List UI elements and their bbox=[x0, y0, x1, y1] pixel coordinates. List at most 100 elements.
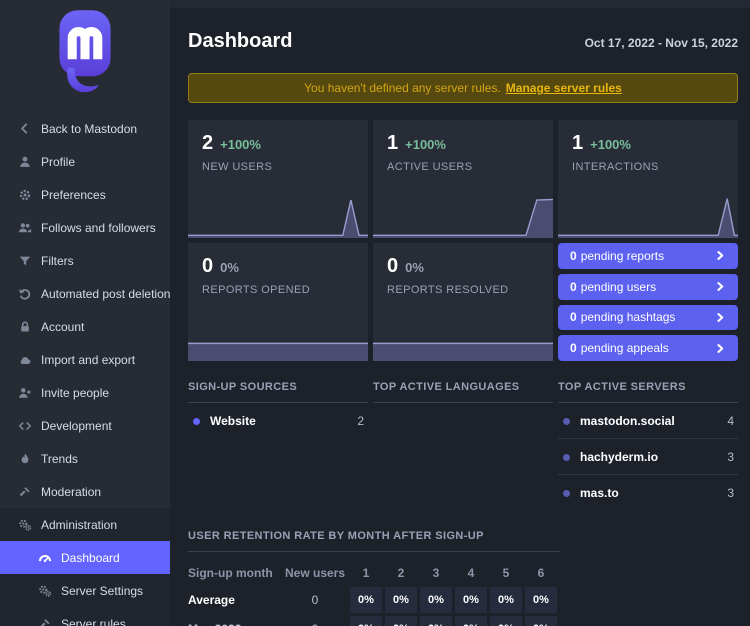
section-title: TOP ACTIVE SERVERS bbox=[558, 381, 738, 403]
item-label: hachyderm.io bbox=[580, 450, 659, 464]
sidebar-item-preferences[interactable]: Preferences bbox=[0, 178, 170, 211]
table-cell-rate: 0% bbox=[455, 587, 487, 613]
chevron-left-icon bbox=[17, 121, 32, 136]
stat-card-reports-opened: 0 0% REPORTS OPENED bbox=[188, 243, 368, 361]
gavel-icon bbox=[17, 484, 32, 499]
stat-delta: +100% bbox=[590, 137, 631, 152]
pending-appeals-button[interactable]: 0 pending appeals bbox=[558, 335, 738, 361]
stat-value: 2 bbox=[202, 132, 214, 154]
sidebar-item-server-rules[interactable]: Server rules bbox=[0, 607, 170, 626]
sidebar-item-label: Invite people bbox=[41, 385, 110, 400]
sidebar-item-label: Server rules bbox=[61, 616, 126, 626]
table-cell-rate: 0% bbox=[525, 616, 557, 626]
pending-count: 0 bbox=[570, 248, 577, 263]
sidebar-item-label: Filters bbox=[41, 253, 74, 268]
page-title: Dashboard bbox=[188, 30, 293, 52]
mastodon-logo[interactable] bbox=[0, 0, 170, 112]
top-active-languages-section: TOP ACTIVE LANGUAGES bbox=[373, 381, 553, 403]
manage-server-rules-link[interactable]: Manage server rules bbox=[506, 81, 622, 95]
stats-row-2: 0 0% REPORTS OPENED 0 0% REPORTS RESOLVE… bbox=[188, 243, 738, 361]
column-header: New users bbox=[284, 566, 346, 580]
sidebar-item-account[interactable]: Account bbox=[0, 310, 170, 343]
column-header: 2 bbox=[397, 566, 405, 580]
cloud-icon bbox=[17, 352, 32, 367]
gavel-icon bbox=[37, 616, 52, 626]
sidebar-item-dashboard[interactable]: Dashboard bbox=[0, 541, 170, 574]
pending-label: pending reports bbox=[580, 248, 665, 263]
stat-delta: +100% bbox=[220, 137, 261, 152]
table-cell-new-users: 0 bbox=[311, 593, 319, 607]
stat-value: 1 bbox=[387, 132, 399, 154]
sidebar-item-trends[interactable]: Trends bbox=[0, 442, 170, 475]
user-plus-icon bbox=[17, 385, 32, 400]
dashboard-icon bbox=[37, 550, 52, 565]
sidebar-item-moderation[interactable]: Moderation bbox=[0, 475, 170, 508]
stat-label: INTERACTIONS bbox=[572, 161, 659, 173]
sidebar-item-invite-people[interactable]: Invite people bbox=[0, 376, 170, 409]
pending-reports-button[interactable]: 0 pending reports bbox=[558, 243, 738, 269]
column-header: 1 bbox=[362, 566, 370, 580]
mastodon-admin-app: Back to Mastodon Profile Preferences Fol… bbox=[0, 0, 750, 626]
sparkline bbox=[188, 196, 368, 238]
pending-count: 0 bbox=[570, 279, 577, 294]
filter-icon bbox=[17, 253, 32, 268]
sidebar-item-import-and-export[interactable]: Import and export bbox=[0, 343, 170, 376]
stat-value: 0 bbox=[202, 255, 214, 277]
chevron-right-icon bbox=[717, 251, 724, 261]
retention-table: Sign-up month New users 1 2 3 4 5 6 Aver… bbox=[188, 552, 560, 626]
item-label: mas.to bbox=[580, 486, 619, 500]
pending-count: 0 bbox=[570, 341, 577, 356]
users-icon bbox=[17, 220, 32, 235]
sidebar-item-label: Back to Mastodon bbox=[41, 121, 138, 136]
bullet-dot-icon bbox=[563, 489, 570, 497]
table-cell-rate: 0% bbox=[420, 616, 452, 626]
sidebar-item-label: Follows and followers bbox=[41, 220, 156, 235]
item-count: 3 bbox=[727, 450, 734, 464]
page-header: Dashboard Oct 17, 2022 - Nov 15, 2022 bbox=[188, 30, 738, 53]
sidebar-item-label: Account bbox=[41, 319, 85, 334]
sidebar-item-label: Dashboard bbox=[61, 550, 120, 565]
item-count: 2 bbox=[357, 414, 364, 428]
sparkline bbox=[558, 196, 738, 238]
top-active-servers-section: TOP ACTIVE SERVERS mastodon.social 4 hac… bbox=[558, 381, 738, 510]
item-label: mastodon.social bbox=[580, 414, 675, 428]
lock-icon bbox=[17, 319, 32, 334]
section-title: TOP ACTIVE LANGUAGES bbox=[373, 381, 553, 403]
pending-label: pending appeals bbox=[580, 341, 669, 356]
item-count: 3 bbox=[727, 486, 734, 500]
history-icon bbox=[17, 286, 32, 301]
pending-users-button[interactable]: 0 pending users bbox=[558, 273, 738, 300]
sidebar-item-back-to-mastodon[interactable]: Back to Mastodon bbox=[0, 112, 170, 145]
column-header: 5 bbox=[502, 566, 510, 580]
sidebar-item-follows-and-followers[interactable]: Follows and followers bbox=[0, 211, 170, 244]
sparkline bbox=[373, 319, 553, 361]
table-cell-rate: 0% bbox=[490, 587, 522, 613]
column-header: 3 bbox=[432, 566, 440, 580]
sidebar-item-label: Import and export bbox=[41, 352, 136, 367]
stat-delta: 0% bbox=[220, 260, 239, 275]
sidebar-item-administration[interactable]: Administration bbox=[0, 508, 170, 541]
section-title: SIGN-UP SOURCES bbox=[188, 381, 368, 403]
gears-icon bbox=[17, 517, 32, 532]
sidebar-item-development[interactable]: Development bbox=[0, 409, 170, 442]
stat-label: NEW USERS bbox=[202, 161, 273, 173]
sidebar-admin-group: Administration Dashboard Server Settings… bbox=[0, 508, 170, 626]
sidebar-item-automated-post-deletion[interactable]: Automated post deletion bbox=[0, 277, 170, 310]
sidebar-item-server-settings[interactable]: Server Settings bbox=[0, 574, 170, 607]
gears-icon bbox=[37, 583, 52, 598]
table-cell-rate: 0% bbox=[350, 587, 382, 613]
sparkline bbox=[373, 196, 553, 238]
table-cell-month: May 2022 bbox=[188, 616, 280, 626]
sidebar-item-filters[interactable]: Filters bbox=[0, 244, 170, 277]
stats-row-1: 2 +100% NEW USERS 1 +100% ACTIVE USERS 1… bbox=[188, 120, 738, 238]
column-header: 4 bbox=[467, 566, 475, 580]
stat-card-interactions: 1 +100% INTERACTIONS bbox=[558, 120, 738, 238]
pending-hashtags-button[interactable]: 0 pending hashtags bbox=[558, 304, 738, 331]
column-header: Sign-up month bbox=[188, 566, 273, 580]
stat-label: ACTIVE USERS bbox=[387, 161, 473, 173]
stat-value: 1 bbox=[572, 132, 584, 154]
item-count: 4 bbox=[727, 414, 734, 428]
list-item: Website 2 bbox=[188, 403, 368, 438]
column-header: 6 bbox=[537, 566, 545, 580]
sidebar-item-profile[interactable]: Profile bbox=[0, 145, 170, 178]
